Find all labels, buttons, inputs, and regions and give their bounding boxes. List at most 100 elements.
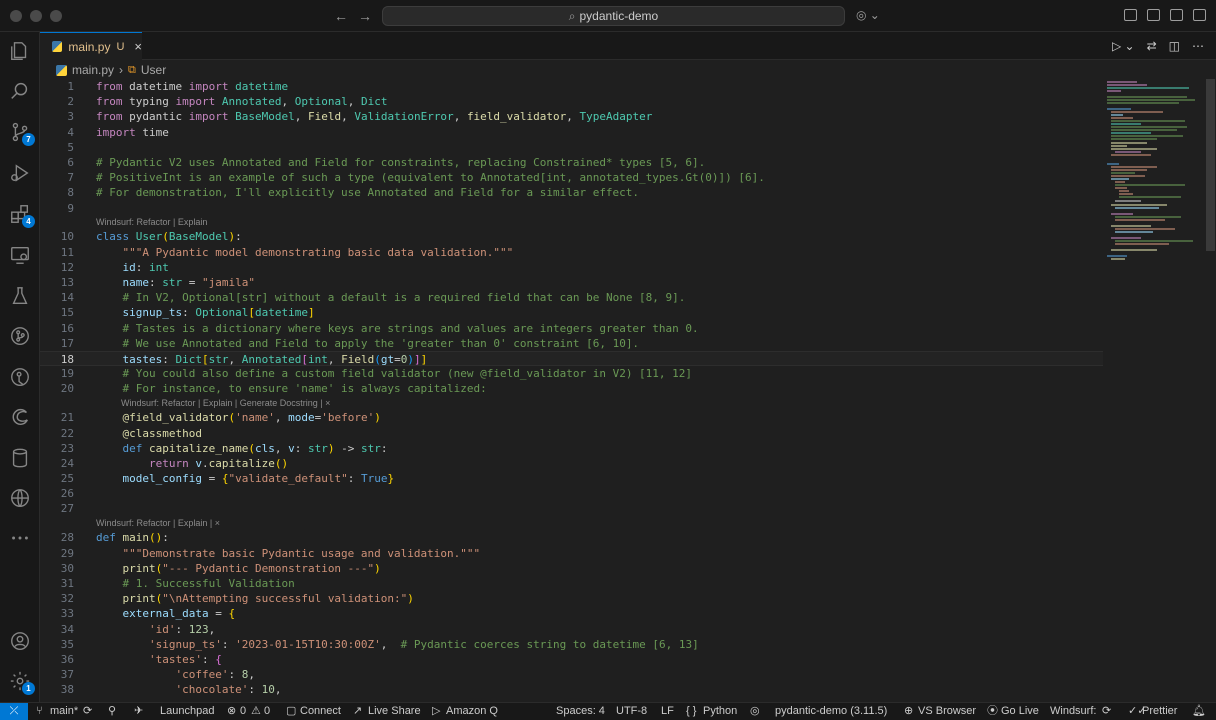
database-icon[interactable]	[8, 446, 32, 470]
code-line[interactable]: 10 class User(BaseModel):	[40, 229, 1103, 244]
tab-close-icon[interactable]: ×	[134, 39, 142, 54]
status-eol[interactable]: LF	[661, 703, 674, 720]
tab-main-py[interactable]: main.py U ×	[40, 32, 142, 60]
source-control-icon[interactable]: 7	[8, 120, 35, 146]
code-line[interactable]: 28 def main():	[40, 530, 1103, 545]
sync-icon[interactable]: ⟳	[83, 703, 92, 720]
code-line[interactable]: 7 # PositiveInt is an example of such a t…	[40, 170, 1103, 185]
more-views-icon[interactable]	[8, 526, 32, 550]
code-line[interactable]: 3 from pydantic import BaseModel, Field, …	[40, 109, 1103, 124]
compare-changes-icon[interactable]: ⇄	[1147, 39, 1157, 53]
code-line[interactable]: 35 'signup_ts': '2023-01-15T10:30:00Z', …	[40, 637, 1103, 652]
notifications-bell-icon[interactable]: 🔔︎	[1192, 703, 1206, 720]
minimap[interactable]	[1103, 79, 1201, 279]
code-line[interactable]: 1 from datetime import datetime	[40, 79, 1103, 94]
code-line[interactable]: 24 return v.capitalize()	[40, 456, 1103, 471]
status-spaces[interactable]: Spaces: 4	[556, 703, 605, 720]
status-interpreter[interactable]: pydantic-demo (3.11.5)	[775, 703, 887, 720]
code-line[interactable]: 37 'coffee': 8,	[40, 667, 1103, 682]
code-line[interactable]: 21 @field_validator('name', mode='before…	[40, 410, 1103, 425]
testing-icon[interactable]	[8, 284, 32, 308]
code-line-current[interactable]: 18 tastes: Dict[str, Annotated[int, Fiel…	[40, 350, 1103, 367]
editor-scrollbar-thumb[interactable]	[1206, 79, 1215, 251]
code-line[interactable]: 26	[40, 486, 1103, 501]
code-line[interactable]: 33 external_data = {	[40, 606, 1103, 621]
code-line[interactable]: 14 # In V2, Optional[str] without a defa…	[40, 290, 1103, 305]
code-line[interactable]: 6 # Pydantic V2 uses Annotated and Field …	[40, 155, 1103, 170]
close-window-icon[interactable]	[10, 10, 22, 22]
code-lens[interactable]: Windsurf: Refactor | Explain | ×	[40, 517, 1103, 531]
zoom-window-icon[interactable]	[50, 10, 62, 22]
code-line[interactable]: 20 # For instance, to ensure 'name' is a…	[40, 381, 1103, 396]
windsurf-refresh-icon[interactable]: ⟳	[1102, 703, 1111, 720]
command-center[interactable]: ⌕ pydantic-demo	[382, 6, 845, 26]
extensions-icon[interactable]: 4	[8, 202, 35, 228]
git-graph-icon[interactable]	[8, 324, 32, 348]
copilot-icon[interactable]: ◎ ⌄	[856, 8, 880, 22]
status-amazon-q[interactable]: Amazon Q	[446, 703, 498, 720]
more-actions-icon[interactable]: ⋯	[1192, 39, 1204, 53]
explorer-icon[interactable]	[8, 39, 32, 63]
back-arrow-icon[interactable]: ←	[334, 8, 348, 24]
customize-layout-icon[interactable]	[1124, 9, 1137, 21]
globe-icon[interactable]	[8, 486, 32, 510]
status-prettier[interactable]: Prettier	[1142, 703, 1177, 720]
code-line[interactable]: 17 # We use Annotated and Field to apply…	[40, 336, 1103, 351]
breadcrumb-file[interactable]: main.py	[72, 63, 114, 77]
status-launchpad[interactable]: Launchpad	[160, 703, 214, 720]
code-line[interactable]: 4 import time	[40, 125, 1103, 140]
git-graph-status-icon[interactable]: ⚲	[108, 703, 116, 720]
copilot-status-icon[interactable]: ◎	[750, 703, 760, 720]
status-language[interactable]: Python	[703, 703, 737, 720]
toggle-panel-icon[interactable]	[1170, 9, 1183, 21]
split-editor-icon[interactable]: ◫	[1169, 39, 1180, 53]
code-line[interactable]: 29 """Demonstrate basic Pydantic usage a…	[40, 546, 1103, 561]
status-errors[interactable]: 0	[240, 703, 246, 720]
run-file-icon[interactable]: ▷ ⌄	[1112, 39, 1135, 53]
status-go-live[interactable]: Go Live	[1001, 703, 1039, 720]
code-line[interactable]: 38 'chocolate': 10,	[40, 682, 1103, 697]
breadcrumb-symbol[interactable]: User	[141, 63, 166, 77]
code-line[interactable]: 30 print("--- Pydantic Demonstration ---…	[40, 561, 1103, 576]
code-lens[interactable]: Windsurf: Refactor | Explain | Generate …	[40, 397, 1103, 411]
run-debug-icon[interactable]	[8, 161, 32, 185]
code-line[interactable]: 12 id: int	[40, 260, 1103, 275]
status-windsurf[interactable]: Windsurf:	[1050, 703, 1096, 720]
minimize-window-icon[interactable]	[30, 10, 42, 22]
remote-indicator-icon[interactable]: ⤫	[0, 703, 28, 720]
status-encoding[interactable]: UTF-8	[616, 703, 647, 720]
code-line[interactable]: 16 # Tastes is a dictionary where keys a…	[40, 321, 1103, 336]
code-line[interactable]: 11 """A Pydantic model demonstrating bas…	[40, 245, 1103, 260]
code-line[interactable]: 36 'tastes': {	[40, 652, 1103, 667]
code-line[interactable]: 32 print("\nAttempting successful valida…	[40, 591, 1103, 606]
code-line[interactable]: 39 'tea': '5', # Pydantic coerces string…	[40, 698, 1103, 701]
code-line[interactable]: 27	[40, 501, 1103, 516]
code-line[interactable]: 2 from typing import Annotated, Optional,…	[40, 94, 1103, 109]
code-line[interactable]: 13 name: str = "jamila"	[40, 275, 1103, 290]
accounts-icon[interactable]	[8, 629, 32, 653]
window-controls[interactable]	[10, 10, 62, 22]
status-warnings[interactable]: 0	[264, 703, 270, 720]
edge-devtools-icon[interactable]	[8, 406, 32, 430]
code-line[interactable]: 15 signup_ts: Optional[datetime]	[40, 305, 1103, 320]
search-icon[interactable]	[8, 79, 32, 103]
code-line[interactable]: 23 def capitalize_name(cls, v: str) -> s…	[40, 441, 1103, 456]
code-line[interactable]: 9	[40, 201, 1103, 216]
toggle-primary-sidebar-icon[interactable]	[1147, 9, 1160, 21]
status-vs-browser[interactable]: VS Browser	[918, 703, 976, 720]
code-lens[interactable]: Windsurf: Refactor | Explain	[40, 216, 1103, 230]
toggle-secondary-sidebar-icon[interactable]	[1193, 9, 1206, 21]
manage-gear-icon[interactable]: 1	[8, 669, 35, 695]
forward-arrow-icon[interactable]: →	[358, 8, 372, 24]
code-line[interactable]: 25 model_config = {"validate_default": T…	[40, 471, 1103, 486]
code-line[interactable]: 19 # You could also define a custom fiel…	[40, 366, 1103, 381]
git-history-icon[interactable]	[8, 365, 32, 389]
code-line[interactable]: 31 # 1. Successful Validation	[40, 576, 1103, 591]
status-branch[interactable]: main*	[50, 703, 78, 720]
code-line[interactable]: 8 # For demonstration, I'll explicitly us…	[40, 185, 1103, 200]
code-line[interactable]: 34 'id': 123,	[40, 622, 1103, 637]
status-connect[interactable]: Connect	[300, 703, 341, 720]
remote-explorer-icon[interactable]	[8, 243, 32, 267]
code-line[interactable]: 5	[40, 140, 1103, 155]
code-line[interactable]: 22 @classmethod	[40, 426, 1103, 441]
